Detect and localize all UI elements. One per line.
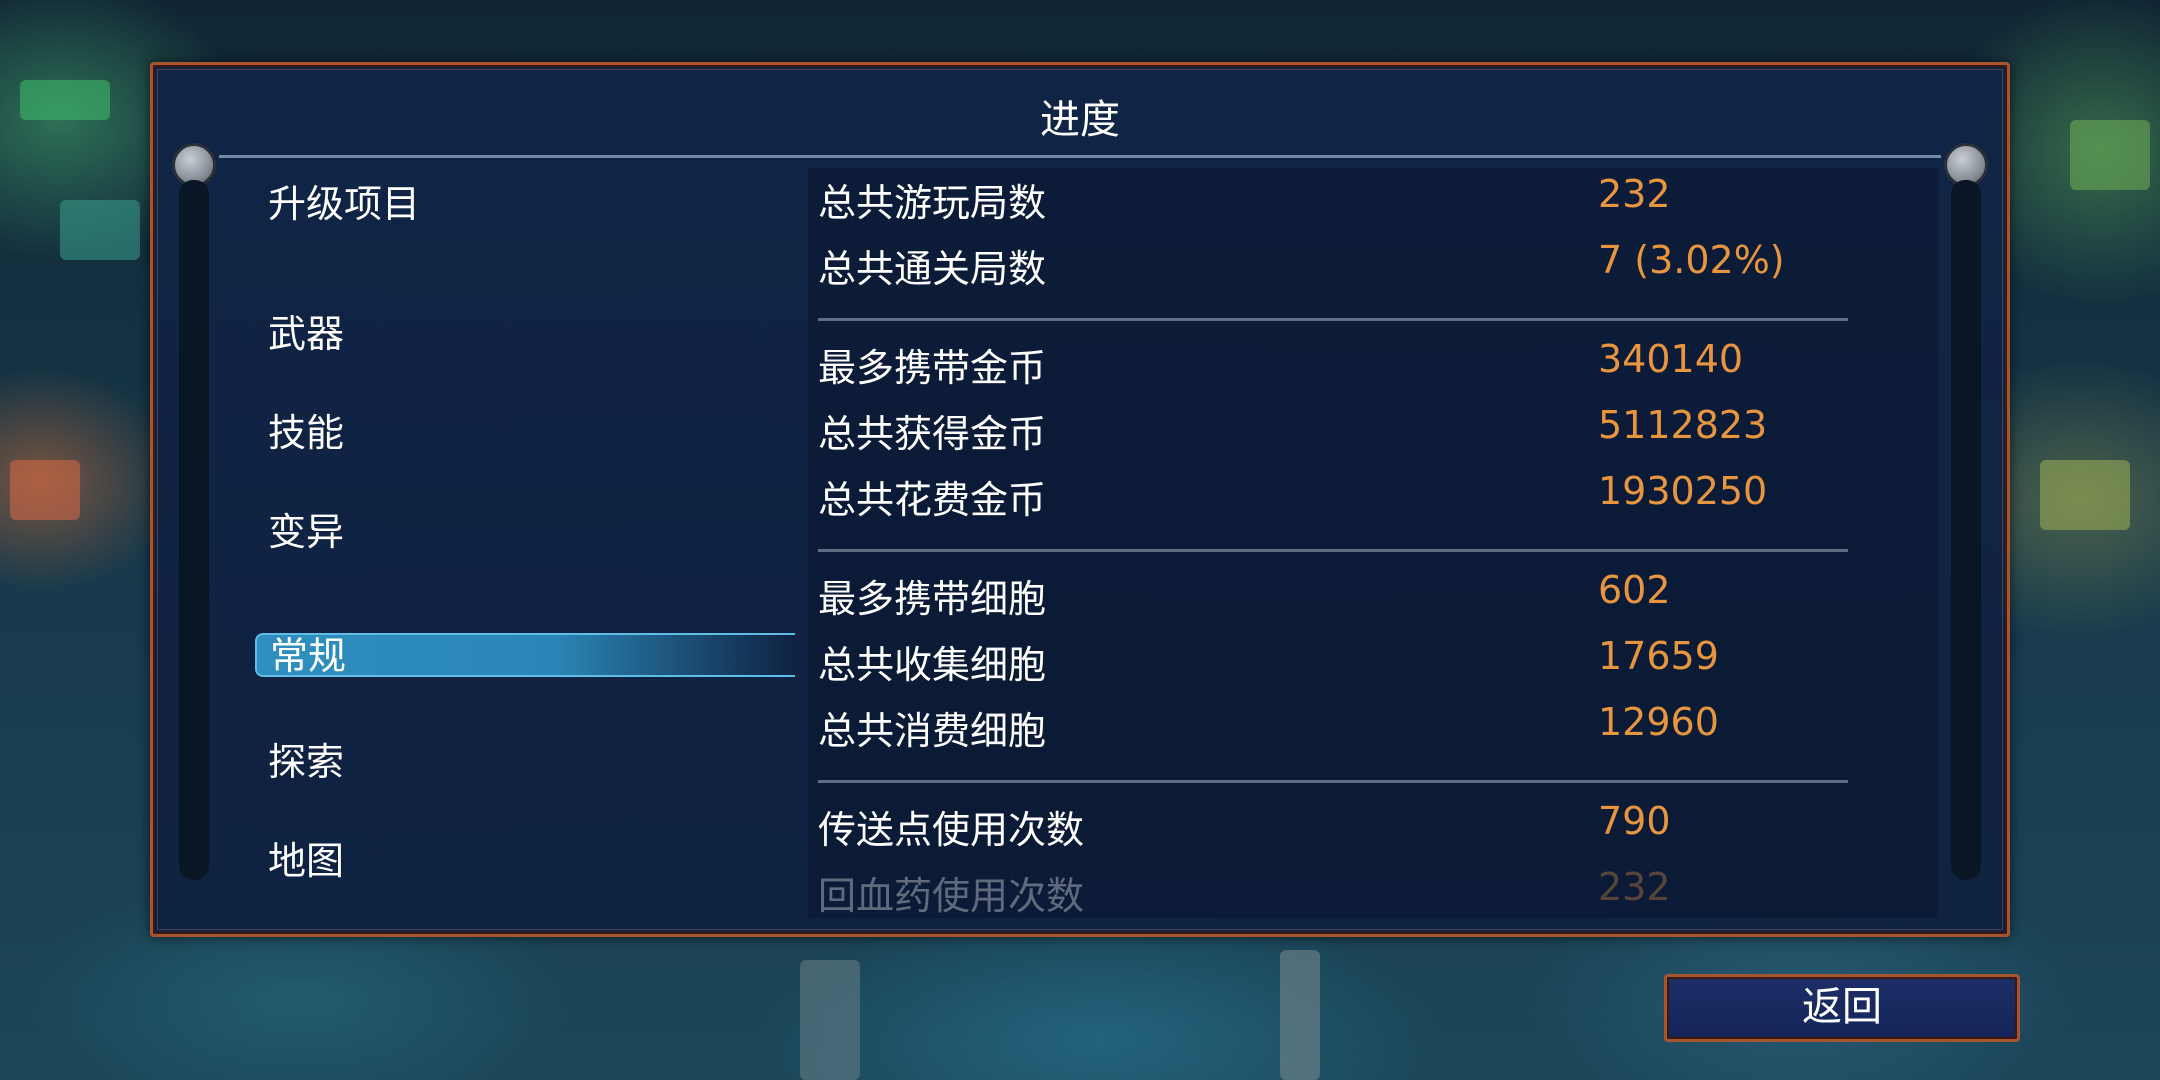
progress-panel: 进度 升级项目 武器 技能 变异 常规 探索 地图 总共游玩局数 232 总共通…: [150, 62, 2010, 937]
stat-row: 总共获得金币 5112823: [808, 399, 1938, 456]
stat-label: 总共收集细胞: [818, 643, 1047, 687]
stat-row: 总共通关局数 7 (3.02%): [808, 234, 1938, 291]
stat-label: 总共花费金币: [818, 478, 1047, 522]
panel-title: 进度: [1040, 97, 1120, 143]
title-divider: [219, 155, 1941, 158]
stat-label: 总共游玩局数: [818, 181, 1047, 225]
stat-value: 5112823: [1598, 403, 1768, 447]
stat-label: 总共消费细胞: [818, 709, 1047, 753]
category-exploration[interactable]: 探索: [268, 731, 344, 786]
stat-row: 总共消费细胞 12960: [808, 696, 1938, 753]
category-general-selected[interactable]: 常规: [255, 633, 795, 677]
stat-value: 340140: [1598, 337, 1744, 381]
stat-row: 总共游玩局数 232: [808, 168, 1938, 225]
stat-label: 最多携带金币: [818, 346, 1047, 390]
category-skills[interactable]: 技能: [268, 402, 344, 457]
stat-row: 传送点使用次数 790: [808, 795, 1938, 852]
stat-value: 232: [1598, 172, 1671, 216]
stat-row: 总共花费金币 1930250: [808, 465, 1938, 522]
stat-value: 790: [1598, 799, 1671, 843]
back-button[interactable]: 返回: [1664, 974, 2020, 1042]
stat-value: 17659: [1598, 634, 1719, 678]
stat-value: 602: [1598, 568, 1671, 612]
stat-value: 12960: [1598, 700, 1719, 744]
category-weapons[interactable]: 武器: [268, 303, 344, 358]
category-mutations[interactable]: 变异: [268, 501, 344, 556]
left-scroll-rail[interactable]: [179, 180, 209, 880]
category-map[interactable]: 地图: [268, 830, 344, 885]
stat-label: 回血药使用次数: [818, 874, 1085, 918]
stat-row: 最多携带金币 340140: [808, 333, 1938, 390]
stat-row: 回血药使用次数 232: [808, 861, 1938, 918]
section-divider: [818, 780, 1848, 783]
stats-list[interactable]: 总共游玩局数 232 总共通关局数 7 (3.02%) 最多携带金币 34014…: [808, 168, 1938, 918]
stat-label: 最多携带细胞: [818, 577, 1047, 621]
stat-row: 总共收集细胞 17659: [808, 630, 1938, 687]
section-divider: [818, 318, 1848, 321]
category-upgrades[interactable]: 升级项目: [268, 173, 420, 228]
stat-label: 传送点使用次数: [818, 808, 1085, 852]
section-divider: [818, 549, 1848, 552]
stat-label: 总共获得金币: [818, 412, 1047, 456]
stat-value: 232: [1598, 865, 1671, 909]
stat-row: 最多携带细胞 602: [808, 564, 1938, 621]
stat-label: 总共通关局数: [818, 247, 1047, 291]
stat-value: 7 (3.02%): [1598, 238, 1785, 282]
stat-value: 1930250: [1598, 469, 1768, 513]
right-scroll-rail[interactable]: [1951, 180, 1981, 880]
